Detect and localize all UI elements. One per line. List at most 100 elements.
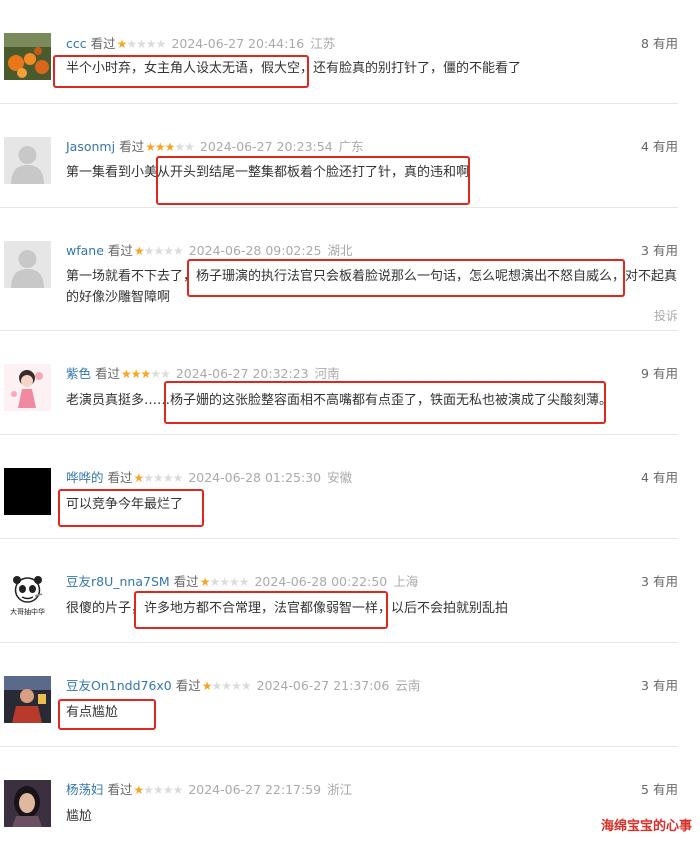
username-link[interactable]: 豆友On1ndd76x0 <box>66 678 172 693</box>
comment-meta: wfane 看过★★★★★ 2024-06-28 09:02:25 湖北 <box>66 241 352 261</box>
username-link[interactable]: 杨荡妇 <box>66 782 104 797</box>
avatar[interactable] <box>4 468 51 515</box>
useful-button[interactable]: 有用 <box>653 678 678 693</box>
default-user-icon <box>4 137 51 184</box>
avatar[interactable] <box>4 241 51 288</box>
comment-meta: 哗哗的 看过★★★★★ 2024-06-28 01:25:30 安徽 <box>66 468 352 488</box>
cartoon-girl-avatar-icon <box>4 364 51 411</box>
avatar-caption: 大哥抽中华 <box>10 608 45 616</box>
star-rating: ★★★★★ <box>121 367 171 381</box>
watermark-text: 海绵宝宝的心事 <box>600 819 692 834</box>
orange-flowers-photo-icon <box>4 33 51 80</box>
avatar[interactable] <box>4 364 51 411</box>
black-square-avatar-icon <box>4 468 51 515</box>
useful-count: 8 <box>641 36 649 51</box>
useful-vote[interactable]: 3 有用 <box>641 676 678 696</box>
avatar[interactable] <box>4 780 51 827</box>
comment-text: 尴尬 <box>66 809 93 824</box>
useful-count: 9 <box>641 366 649 381</box>
star-rating: ★★★★★ <box>145 140 195 154</box>
useful-button[interactable]: 有用 <box>653 574 678 589</box>
avatar[interactable] <box>4 33 51 80</box>
useful-button[interactable]: 有用 <box>653 139 678 154</box>
default-user-icon <box>4 241 51 288</box>
useful-count: 5 <box>641 782 649 797</box>
highlight-box <box>164 381 606 424</box>
useful-count: 4 <box>641 470 649 485</box>
comment-meta: ccc 看过★★★★★ 2024-06-27 20:44:16 江苏 <box>66 34 335 54</box>
username-link[interactable]: Jasonmj <box>66 139 115 154</box>
star-rating: ★★★★★ <box>199 575 250 589</box>
username-link[interactable]: 豆友r8U_nna7SM <box>66 574 170 589</box>
useful-count: 3 <box>641 678 649 693</box>
useful-button[interactable]: 有用 <box>653 470 678 485</box>
report-link[interactable]: 投诉 <box>654 307 678 324</box>
avatar[interactable] <box>4 137 51 184</box>
watched-label: 看过 <box>107 243 133 258</box>
useful-count: 3 <box>641 574 649 589</box>
divider <box>0 207 678 208</box>
watched-label: 看过 <box>95 366 121 381</box>
comment-time: 2024-06-27 20:23:54 <box>199 139 333 154</box>
divider <box>0 538 678 539</box>
useful-count: 4 <box>641 139 649 154</box>
watched-label: 看过 <box>90 36 116 51</box>
username-link[interactable]: 紫色 <box>66 366 91 381</box>
comment-time: 2024-06-28 00:22:50 <box>254 574 388 589</box>
highlight-box <box>58 489 204 527</box>
avatar[interactable] <box>4 676 51 723</box>
divider <box>0 103 678 104</box>
comment-text: 有点尴尬 <box>66 705 119 720</box>
comment-location: 上海 <box>393 574 419 589</box>
comment-meta: Jasonmj 看过★★★★★ 2024-06-27 20:23:54 广东 <box>66 137 364 157</box>
highlight-box <box>53 55 309 88</box>
useful-count: 3 <box>641 243 649 258</box>
divider <box>0 330 678 331</box>
username-link[interactable]: 哗哗的 <box>66 470 104 485</box>
watched-label: 看过 <box>107 782 133 797</box>
useful-button[interactable]: 有用 <box>653 243 678 258</box>
woman-photo-avatar-icon <box>4 780 51 827</box>
comment-location: 江苏 <box>310 36 336 51</box>
useful-vote[interactable]: 4 有用 <box>641 468 678 488</box>
comment-time: 2024-06-28 09:02:25 <box>188 243 322 258</box>
useful-vote[interactable]: 3 有用 <box>641 241 678 261</box>
watched-label: 看过 <box>107 470 133 485</box>
highlight-box <box>134 591 388 629</box>
useful-vote[interactable]: 4 有用 <box>641 137 678 157</box>
person-photo-avatar-icon <box>4 676 51 723</box>
comment-location: 云南 <box>395 678 421 693</box>
comment-location: 广东 <box>338 139 364 154</box>
username-link[interactable]: wfane <box>66 243 104 258</box>
useful-button[interactable]: 有用 <box>653 366 678 381</box>
divider <box>0 434 678 435</box>
useful-vote[interactable]: 9 有用 <box>641 364 678 384</box>
comment-time: 2024-06-27 20:32:23 <box>175 366 309 381</box>
watched-label: 看过 <box>173 574 199 589</box>
star-rating: ★★★★★ <box>116 37 167 51</box>
comment-location: 浙江 <box>327 782 353 797</box>
watched-label: 看过 <box>119 139 145 154</box>
comment-location: 湖北 <box>327 243 353 258</box>
divider <box>0 642 678 643</box>
watched-label: 看过 <box>175 678 201 693</box>
star-rating: ★★★★★ <box>133 783 184 797</box>
comment-location: 安徽 <box>327 470 353 485</box>
highlight-box <box>187 259 625 297</box>
comment-time: 2024-06-27 22:17:59 <box>188 782 322 797</box>
useful-vote[interactable]: 8 有用 <box>641 34 678 54</box>
useful-button[interactable]: 有用 <box>653 782 678 797</box>
useful-vote[interactable]: 5 有用 <box>641 780 678 800</box>
star-rating: ★★★★★ <box>201 679 252 693</box>
useful-button[interactable]: 有用 <box>653 36 678 51</box>
useful-vote[interactable]: 3 有用 <box>641 572 678 592</box>
divider <box>0 746 678 747</box>
username-link[interactable]: ccc <box>66 36 87 51</box>
highlight-box <box>156 156 470 205</box>
comment-time: 2024-06-27 20:44:16 <box>171 36 305 51</box>
star-rating: ★★★★★ <box>133 471 184 485</box>
comment-meta: 豆友r8U_nna7SM 看过★★★★★ 2024-06-28 00:22:50 上… <box>66 572 418 592</box>
comment-time: 2024-06-27 21:37:06 <box>256 678 390 693</box>
comment-meta: 豆友On1ndd76x0 看过★★★★★ 2024-06-27 21:37:06 云… <box>66 676 420 696</box>
comment-location: 河南 <box>314 366 340 381</box>
